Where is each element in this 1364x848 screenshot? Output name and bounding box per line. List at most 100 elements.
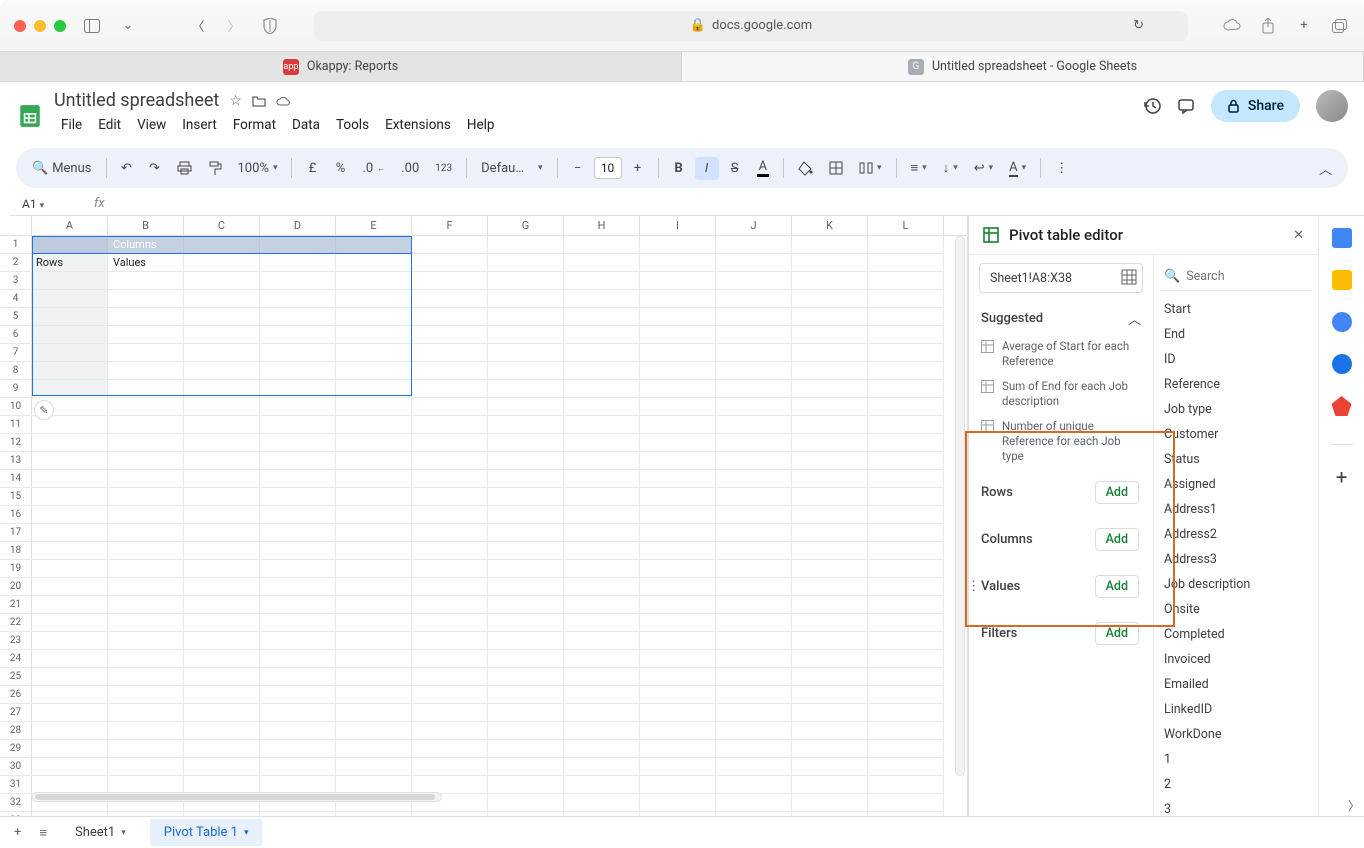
menus-search[interactable]: 🔍Menus [26, 157, 98, 180]
cell[interactable] [792, 290, 868, 308]
row-header[interactable]: 14 [0, 470, 32, 488]
cell[interactable] [260, 380, 336, 398]
cell[interactable] [184, 578, 260, 596]
cell[interactable] [412, 452, 488, 470]
cell[interactable] [488, 398, 564, 416]
cell[interactable] [336, 740, 412, 758]
cell[interactable] [564, 416, 640, 434]
cell[interactable] [640, 524, 716, 542]
cell[interactable] [868, 416, 944, 434]
cell[interactable] [792, 650, 868, 668]
menu-format[interactable]: Format [226, 114, 283, 136]
cell[interactable] [412, 704, 488, 722]
cell[interactable] [336, 254, 412, 272]
paint-format-icon[interactable] [202, 157, 228, 180]
column-header[interactable]: E [336, 216, 412, 235]
cell[interactable] [488, 434, 564, 452]
row-header[interactable]: 31 [0, 776, 32, 794]
cell[interactable] [184, 668, 260, 686]
share-safari-icon[interactable] [1258, 16, 1278, 36]
cell[interactable] [868, 470, 944, 488]
vertical-scrollbar[interactable] [955, 236, 965, 776]
cell[interactable] [792, 668, 868, 686]
row-header[interactable]: 7 [0, 344, 32, 362]
history-icon[interactable] [1143, 97, 1161, 115]
cell[interactable] [564, 578, 640, 596]
cell[interactable] [260, 560, 336, 578]
cell[interactable] [868, 344, 944, 362]
fullscreen-window-icon[interactable] [54, 20, 66, 32]
cell[interactable] [336, 722, 412, 740]
cell[interactable] [184, 290, 260, 308]
field-item[interactable]: Job description [1160, 572, 1312, 597]
cell[interactable] [32, 506, 108, 524]
bold-icon[interactable]: B [667, 157, 691, 180]
cell[interactable] [868, 740, 944, 758]
cell[interactable] [412, 506, 488, 524]
fields-search-input[interactable] [1186, 269, 1318, 284]
increase-font-icon[interactable]: + [626, 157, 650, 180]
cell[interactable] [488, 704, 564, 722]
row-header[interactable]: 13 [0, 452, 32, 470]
cell[interactable] [260, 650, 336, 668]
cell[interactable] [640, 632, 716, 650]
cell[interactable] [640, 326, 716, 344]
field-item[interactable]: Status [1160, 447, 1312, 472]
cell[interactable] [260, 542, 336, 560]
chevron-down-icon[interactable]: ⌄ [118, 16, 138, 36]
undo-icon[interactable]: ↶ [115, 157, 139, 180]
cell[interactable] [108, 650, 184, 668]
cell[interactable] [108, 272, 184, 290]
cell[interactable] [640, 236, 716, 254]
cell[interactable] [716, 596, 792, 614]
cell[interactable] [564, 812, 640, 816]
cell[interactable] [640, 254, 716, 272]
cell[interactable] [868, 398, 944, 416]
cell[interactable] [184, 614, 260, 632]
cell[interactable] [564, 668, 640, 686]
field-item[interactable]: WorkDone [1160, 722, 1312, 747]
cell[interactable] [184, 362, 260, 380]
cell[interactable] [792, 470, 868, 488]
cell[interactable] [640, 272, 716, 290]
cell[interactable] [792, 614, 868, 632]
cell[interactable] [868, 614, 944, 632]
cell[interactable] [488, 812, 564, 816]
cell[interactable] [488, 650, 564, 668]
close-panel-icon[interactable]: ✕ [1293, 228, 1304, 243]
cell[interactable] [488, 506, 564, 524]
italic-icon[interactable]: I [695, 157, 719, 180]
sheet-tab-pivot[interactable]: Pivot Table 1▾ [150, 819, 263, 846]
cell[interactable] [792, 776, 868, 794]
cell[interactable] [108, 524, 184, 542]
cell[interactable] [488, 326, 564, 344]
cell[interactable] [564, 506, 640, 524]
cell[interactable] [260, 398, 336, 416]
cell[interactable] [336, 632, 412, 650]
cell[interactable] [108, 362, 184, 380]
cell[interactable] [792, 722, 868, 740]
cell[interactable] [792, 704, 868, 722]
halign-icon[interactable]: ≡▾ [905, 156, 933, 180]
cell[interactable] [488, 254, 564, 272]
cell[interactable] [640, 416, 716, 434]
tab-overview-icon[interactable] [1330, 16, 1350, 36]
cell[interactable] [412, 524, 488, 542]
cell[interactable] [336, 542, 412, 560]
cell[interactable] [336, 362, 412, 380]
collapse-suggested-icon[interactable]: ︿ [1128, 309, 1141, 328]
get-addons-icon[interactable]: + [1332, 467, 1352, 487]
cell[interactable] [260, 578, 336, 596]
cell[interactable] [868, 308, 944, 326]
cell[interactable] [412, 488, 488, 506]
calendar-addon-icon[interactable] [1332, 228, 1352, 248]
cell[interactable] [260, 758, 336, 776]
shield-icon[interactable] [260, 16, 280, 36]
all-sheets-button[interactable]: ≡ [35, 821, 51, 845]
cell[interactable] [336, 614, 412, 632]
cell[interactable] [868, 434, 944, 452]
field-item[interactable]: Assigned [1160, 472, 1312, 497]
row-header[interactable]: 12 [0, 434, 32, 452]
edit-pivot-icon[interactable]: ✎ [34, 400, 54, 420]
cell[interactable] [412, 632, 488, 650]
